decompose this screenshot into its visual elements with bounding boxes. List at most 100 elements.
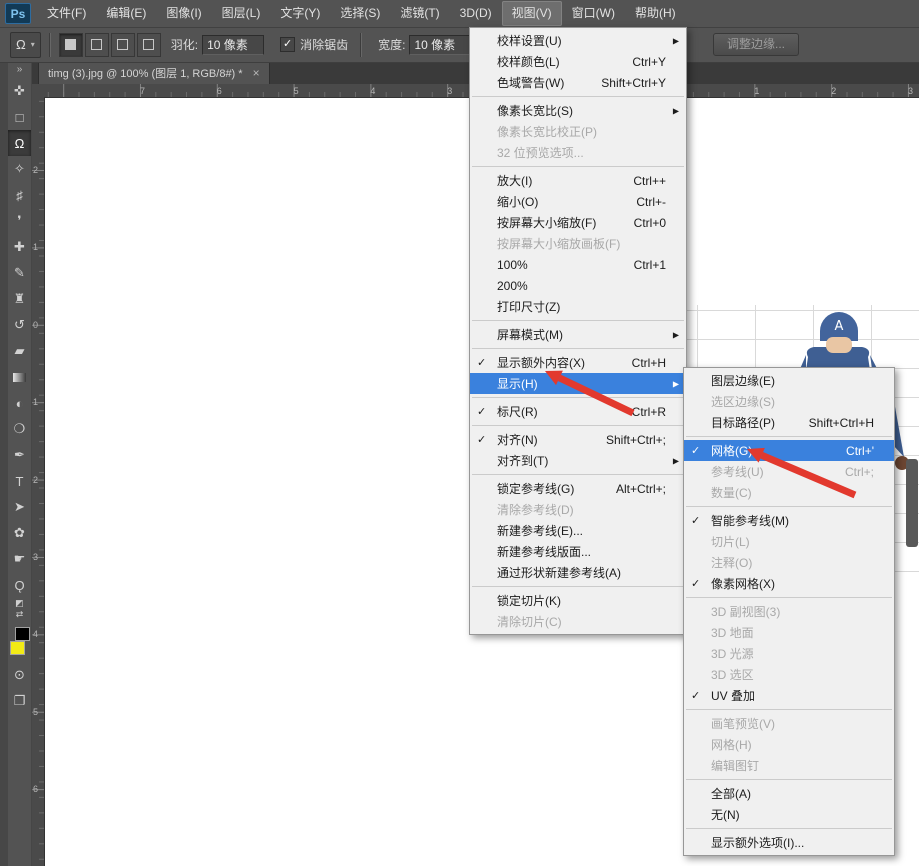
view-menu-item-17[interactable]: 屏幕模式(M)▶ xyxy=(470,324,686,345)
view-menu-item-25[interactable]: 对齐到(T)▶ xyxy=(470,450,686,471)
menubar-item-8[interactable]: 3D(D) xyxy=(450,1,502,26)
view-menu-item-24[interactable]: ✓对齐(N)Shift+Ctrl+; xyxy=(470,429,686,450)
view-menu-item-33[interactable]: 锁定切片(K) xyxy=(470,590,686,611)
refine-edge-button[interactable]: 调整边缘... xyxy=(713,33,799,56)
view-menu-item-6: 像素长宽比校正(P) xyxy=(470,121,686,142)
menubar-item-6[interactable]: 选择(S) xyxy=(330,1,390,26)
crop-tool-icon: ♯ xyxy=(16,188,23,203)
swap-colors-icon[interactable]: ⇄ xyxy=(8,609,31,620)
show-submenu-label: 显示额外选项(I)... xyxy=(711,834,804,851)
view-menu-item-15[interactable]: 打印尺寸(Z) xyxy=(470,296,686,317)
move-tool[interactable]: ✜ xyxy=(8,78,31,104)
view-menu-item-13[interactable]: 100%Ctrl+1 xyxy=(470,254,686,275)
feather-input[interactable]: 10 像素 xyxy=(202,35,264,55)
screen-mode-icon: ❐ xyxy=(14,693,26,709)
collapse-panel-icon[interactable]: » xyxy=(8,62,31,78)
show-submenu-item-27[interactable]: 显示额外选项(I)... xyxy=(684,832,894,853)
document-tab[interactable]: timg (3).jpg @ 100% (图层 1, RGB/8#) * × xyxy=(38,62,270,84)
width-input[interactable]: 10 像素 xyxy=(409,35,471,55)
view-menu-item-22[interactable]: ✓标尺(R)Ctrl+R xyxy=(470,401,686,422)
color-swatches xyxy=(8,624,31,662)
intersect-selection-button[interactable] xyxy=(137,33,161,57)
show-submenu-item-1[interactable]: 图层边缘(E) xyxy=(684,370,894,391)
hand-tool[interactable]: ☛ xyxy=(8,546,31,572)
lasso-tool[interactable]: Ω xyxy=(8,130,31,156)
tool-preset-dropdown[interactable]: Ω ▾ xyxy=(10,32,41,58)
show-submenu-item-18[interactable]: ✓UV 叠加 xyxy=(684,685,894,706)
menubar-item-9[interactable]: 视图(V) xyxy=(502,1,562,26)
brush-tool[interactable]: ✎ xyxy=(8,260,31,286)
show-submenu-item-3[interactable]: 目标路径(P)Shift+Ctrl+H xyxy=(684,412,894,433)
history-brush-tool[interactable]: ↺ xyxy=(8,312,31,338)
vertical-scrollbar-thumb[interactable] xyxy=(906,459,918,547)
spot-healing-brush-tool[interactable]: ✚ xyxy=(8,234,31,260)
view-menu-label: 对齐到(T) xyxy=(497,452,548,469)
new-selection-button[interactable] xyxy=(59,33,83,57)
ruler-number: 6 xyxy=(217,86,222,96)
view-menu-item-27[interactable]: 锁定参考线(G)Alt+Ctrl+; xyxy=(470,478,686,499)
quick-mask-button[interactable]: ⊙ xyxy=(8,662,31,688)
shortcut-label: Ctrl+0 xyxy=(634,216,666,230)
show-submenu-item-16: 3D 光源 xyxy=(684,643,894,664)
show-submenu-label: 3D 地面 xyxy=(711,624,754,641)
menubar-item-1[interactable]: 文件(F) xyxy=(37,1,96,26)
close-tab-icon[interactable]: × xyxy=(253,66,260,80)
show-submenu-separator xyxy=(686,709,892,710)
view-menu-item-12: 按屏幕大小缩放画板(F) xyxy=(470,233,686,254)
path-selection-tool[interactable]: ➤ xyxy=(8,494,31,520)
menubar-item-11[interactable]: 帮助(H) xyxy=(625,1,686,26)
menubar-item-3[interactable]: 图像(I) xyxy=(156,1,211,26)
crop-tool[interactable]: ♯ xyxy=(8,182,31,208)
antialias-checkbox[interactable]: ✓ xyxy=(280,37,295,52)
show-submenu-item-12[interactable]: ✓像素网格(X) xyxy=(684,573,894,594)
blur-tool[interactable]: ◐ xyxy=(8,390,31,416)
background-color-swatch[interactable] xyxy=(10,641,25,655)
view-menu-item-20[interactable]: 显示(H)▶ xyxy=(470,373,686,394)
pen-tool[interactable]: ✒ xyxy=(8,442,31,468)
show-submenu-item-5[interactable]: ✓网格(G)Ctrl+' xyxy=(684,440,894,461)
eyedropper-tool[interactable]: ❜ xyxy=(8,208,31,234)
show-submenu-item-9[interactable]: ✓智能参考线(M) xyxy=(684,510,894,531)
type-tool[interactable]: T xyxy=(8,468,31,494)
view-menu-item-3[interactable]: 色域警告(W)Shift+Ctrl+Y xyxy=(470,72,686,93)
checkmark-icon: ✓ xyxy=(684,577,711,590)
rectangular-marquee-tool[interactable]: □ xyxy=(8,104,31,130)
menubar-item-2[interactable]: 编辑(E) xyxy=(96,1,156,26)
clone-stamp-tool[interactable]: ♜ xyxy=(8,286,31,312)
view-menu-item-5[interactable]: 像素长宽比(S)▶ xyxy=(470,100,686,121)
gradient-tool[interactable] xyxy=(8,364,31,390)
view-menu-item-31[interactable]: 通过形状新建参考线(A) xyxy=(470,562,686,583)
show-submenu-item-25[interactable]: 无(N) xyxy=(684,804,894,825)
show-submenu-item-15: 3D 地面 xyxy=(684,622,894,643)
checkmark-icon: ✓ xyxy=(684,689,711,702)
quick-selection-tool[interactable]: ✧ xyxy=(8,156,31,182)
menubar-item-5[interactable]: 文字(Y) xyxy=(270,1,330,26)
view-menu-item-14[interactable]: 200% xyxy=(470,275,686,296)
foreground-color-swatch[interactable] xyxy=(15,627,30,641)
add-to-selection-button[interactable] xyxy=(85,33,109,57)
view-menu-separator xyxy=(472,166,684,167)
show-submenu-item-24[interactable]: 全部(A) xyxy=(684,783,894,804)
view-menu-item-29[interactable]: 新建参考线(E)... xyxy=(470,520,686,541)
ruler-number: 0 xyxy=(33,320,38,330)
menubar-item-4[interactable]: 图层(L) xyxy=(212,1,271,26)
view-menu-item-19[interactable]: ✓显示额外内容(X)Ctrl+H xyxy=(470,352,686,373)
view-menu-item-11[interactable]: 按屏幕大小缩放(F)Ctrl+0 xyxy=(470,212,686,233)
zoom-tool[interactable]: Ǫ xyxy=(8,572,31,598)
show-submenu-label: UV 叠加 xyxy=(711,687,755,704)
menubar-item-7[interactable]: 滤镜(T) xyxy=(390,1,449,26)
view-menu-item-10[interactable]: 缩小(O)Ctrl+- xyxy=(470,191,686,212)
view-menu-separator xyxy=(472,425,684,426)
subtract-from-selection-icon xyxy=(117,39,128,50)
default-colors-icon[interactable]: ◩ xyxy=(8,598,31,609)
screen-mode-button[interactable]: ❐ xyxy=(8,688,31,714)
custom-shape-tool[interactable]: ✿ xyxy=(8,520,31,546)
view-menu-item-1[interactable]: 校样设置(U)▶ xyxy=(470,30,686,51)
view-menu-item-30[interactable]: 新建参考线版面... xyxy=(470,541,686,562)
eraser-tool[interactable]: ▰ xyxy=(8,338,31,364)
view-menu-item-9[interactable]: 放大(I)Ctrl++ xyxy=(470,170,686,191)
subtract-from-selection-button[interactable] xyxy=(111,33,135,57)
dodge-tool[interactable]: ❍ xyxy=(8,416,31,442)
view-menu-item-2[interactable]: 校样颜色(L)Ctrl+Y xyxy=(470,51,686,72)
menubar-item-10[interactable]: 窗口(W) xyxy=(562,1,625,26)
